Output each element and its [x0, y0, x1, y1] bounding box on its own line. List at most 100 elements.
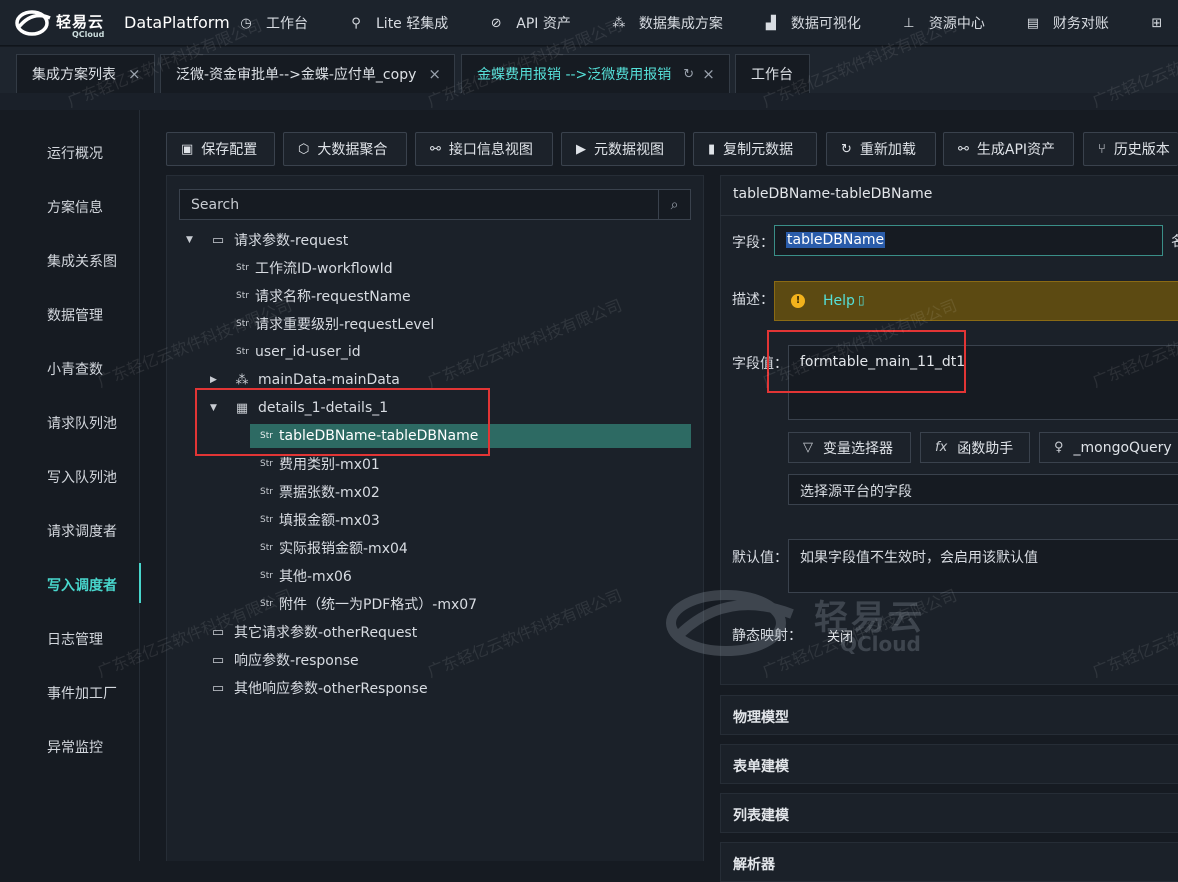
tree-node-request[interactable]: ▼ ▭ 请求参数-request [186, 229, 348, 251]
sidebar-item-write-scheduler[interactable]: 写入调度者 [47, 575, 117, 595]
field-name-input[interactable]: tableDBName [774, 225, 1163, 256]
close-icon[interactable]: × [128, 65, 141, 83]
tree-node-label: 填报金额-mx03 [279, 513, 380, 529]
tree-node-label: 其它请求参数-otherRequest [234, 625, 418, 641]
tree-node-mx01[interactable]: Str 费用类别-mx01 [260, 453, 380, 475]
tree-node-otherrequest[interactable]: ▭ 其它请求参数-otherRequest [210, 621, 417, 643]
metadata-view-button[interactable]: ▶ 元数据视图 [561, 132, 685, 166]
field-extra-label: 名 [1171, 231, 1178, 251]
tree-node-mx04[interactable]: Str 实际报销金额-mx04 [260, 537, 408, 559]
variable-selector-button[interactable]: ▽ 变量选择器 [788, 432, 911, 463]
section-list-modeling[interactable]: 列表建模 [720, 793, 1178, 833]
nav-system[interactable]: ⊞系统 [1149, 0, 1178, 46]
tree-node-label: 其他-mx06 [279, 569, 352, 585]
nav-reconciliation[interactable]: ▤ 财务对账 [1025, 0, 1109, 46]
nav-workbench[interactable]: ◷ 工作台 [238, 0, 308, 46]
nav-resources[interactable]: ⊥ 资源中心 [901, 0, 985, 46]
nav-integration[interactable]: ⁂ 数据集成方案 [611, 0, 723, 46]
sidebar-item-exception-monitor[interactable]: 异常监控 [47, 737, 103, 757]
sidebar-item-data-management[interactable]: 数据管理 [47, 305, 103, 325]
tree-node-label: 请求重要级别-requestLevel [255, 317, 435, 333]
folder-icon: ▭ [211, 624, 225, 640]
logo-text: 轻易云 [56, 13, 105, 31]
tree-node-label: 工作流ID-workflowId [255, 261, 393, 277]
tree-node-mx02[interactable]: Str 票据张数-mx02 [260, 481, 380, 503]
close-icon[interactable]: × [428, 65, 441, 83]
source-field-select[interactable]: 选择源平台的字段 [788, 474, 1178, 505]
sidebar-item-event-factory[interactable]: 事件加工厂 [47, 683, 117, 703]
sidebar-item-write-queue[interactable]: 写入队列池 [47, 467, 117, 487]
section-form-modeling[interactable]: 表单建模 [720, 744, 1178, 784]
help-link[interactable]: Help [823, 293, 855, 309]
search-button[interactable]: ⌕ [658, 190, 690, 219]
tree-node-response[interactable]: ▭ 响应参数-response [210, 649, 359, 671]
tree-node-workflowid[interactable]: Str 工作流ID-workflowId [236, 257, 393, 279]
sidebar-item-overview[interactable]: 运行概况 [47, 143, 103, 163]
tree-node-requestlevel[interactable]: Str 请求重要级别-requestLevel [236, 313, 434, 335]
reload-icon[interactable]: ↻ [683, 67, 694, 82]
link-icon: ⚯ [430, 141, 441, 157]
rocket-icon: ⚲ [351, 15, 361, 31]
sidebar-item-xiaoqing-query[interactable]: 小青查数 [47, 359, 103, 379]
copy-metadata-button[interactable]: ▮ 复制元数据 [693, 132, 817, 166]
nav-api-assets[interactable]: ⊘ API 资产 [488, 0, 571, 46]
tab-workbench[interactable]: 工作台 [735, 54, 810, 93]
header-strip [0, 93, 1178, 110]
top-navbar: 轻易云 QCloud DataPlatform ◷ 工作台 ⚲ Lite 轻集成 ⊘… [0, 0, 1178, 46]
interface-view-button[interactable]: ⚯ 接口信息视图 [415, 132, 553, 166]
brand-logo[interactable]: 轻易云 QCloud [14, 6, 114, 40]
save-config-button[interactable]: ▣ 保存配置 [166, 132, 275, 166]
nav-visualization[interactable]: ▟ 数据可视化 [763, 0, 861, 46]
button-label: 变量选择器 [823, 440, 893, 457]
tab-kingdee-expense[interactable]: 金蝶费用报销 -->泛微费用报销 ↻ × [461, 54, 730, 93]
sidebar-item-request-scheduler[interactable]: 请求调度者 [47, 521, 117, 541]
tab-fanwei-copy[interactable]: 泛微-资金审批单-->金蝶-应付单_copy × [160, 54, 455, 93]
history-version-button[interactable]: ⑂ 历史版本 [1083, 132, 1178, 166]
close-icon[interactable]: × [702, 65, 715, 83]
bulb-icon: ♀ [1054, 440, 1064, 455]
chart-icon: ▟ [765, 15, 776, 31]
button-label: 函数助手 [957, 440, 1014, 457]
generate-api-asset-button[interactable]: ⚯ 生成API资产 [943, 132, 1074, 166]
save-icon: ▣ [181, 141, 194, 157]
reload-button[interactable]: ↻ 重新加载 [826, 132, 936, 166]
tree-node-label: 请求名称-requestName [255, 289, 411, 305]
section-physical-model[interactable]: 物理模型 [720, 695, 1178, 735]
sidebar: 运行概况 方案信息 集成关系图 数据管理 小青查数 请求队列池 写入队列池 请求… [0, 110, 140, 861]
tree-node-label: 请求参数-request [234, 233, 349, 249]
document-icon[interactable]: ▯ [858, 293, 865, 307]
function-helper-button[interactable]: fx 函数助手 [920, 432, 1030, 463]
sidebar-item-solution-info[interactable]: 方案信息 [47, 197, 103, 217]
section-title: 表单建模 [733, 759, 789, 775]
tree-node-otherresponse[interactable]: ▭ 其他响应参数-otherResponse [210, 677, 428, 699]
tree-node-mx03[interactable]: Str 填报金额-mx03 [260, 509, 380, 531]
caret-down-icon[interactable]: ▼ [186, 235, 193, 245]
tree-node-mx06[interactable]: Str 其他-mx06 [260, 565, 352, 587]
tree-node-label: 费用类别-mx01 [279, 457, 380, 473]
tree-node-mx07[interactable]: Str 附件（统一为PDF格式）-mx07 [260, 593, 477, 615]
section-title: 列表建模 [733, 808, 789, 824]
field-name-value: tableDBName [786, 232, 886, 248]
nav-label: Lite 轻集成 [376, 16, 449, 32]
section-parser[interactable]: 解析器 [720, 842, 1178, 882]
sidebar-item-relation-graph[interactable]: 集成关系图 [47, 251, 117, 271]
tree-node-userid[interactable]: Str user_id-user_id [236, 341, 361, 363]
default-value-label: 默认值： [732, 550, 788, 566]
string-type-icon: Str [260, 571, 273, 581]
tab-solution-list[interactable]: 集成方案列表 × [16, 54, 155, 93]
folder-icon: ▭ [211, 680, 225, 696]
tree-node-label: 实际报销金额-mx04 [279, 541, 408, 557]
main-nav: ◷ 工作台 ⚲ Lite 轻集成 ⊘ API 资产 ⁂ 数据集成方案 ▟ 数据可视化 ⊥ 资… [238, 0, 1178, 46]
sidebar-item-log-management[interactable]: 日志管理 [47, 629, 103, 649]
nav-lite[interactable]: ⚲ Lite 轻集成 [348, 0, 448, 46]
mongo-query-button[interactable]: ♀ _mongoQuery [1039, 432, 1178, 463]
default-value-textarea[interactable]: 如果字段值不生效时，会启用该默认值 [788, 539, 1178, 593]
tree-node-requestname[interactable]: Str 请求名称-requestName [236, 285, 411, 307]
search-input[interactable] [180, 190, 660, 219]
sidebar-item-request-queue[interactable]: 请求队列池 [47, 413, 117, 433]
string-type-icon: Str [236, 291, 249, 301]
big-data-aggregate-button[interactable]: ⬡ 大数据聚合 [283, 132, 407, 166]
ledger-icon: ▤ [1026, 15, 1039, 31]
caret-right-icon[interactable]: ▶ [210, 375, 217, 385]
static-mapping-toggle[interactable]: 关闭 [827, 626, 853, 645]
